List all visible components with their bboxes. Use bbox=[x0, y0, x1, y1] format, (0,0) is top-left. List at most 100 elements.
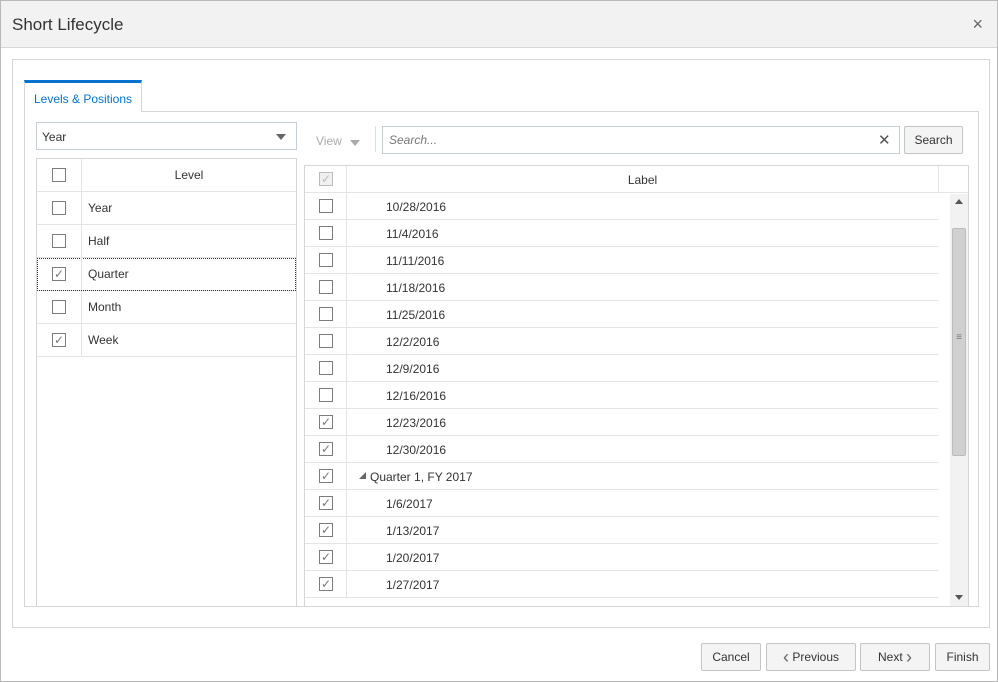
scrollbar-thumb[interactable]: ≡ bbox=[952, 228, 966, 456]
chevron-down-icon bbox=[276, 134, 286, 140]
next-button[interactable]: Next › bbox=[860, 643, 930, 671]
dialog-title: Short Lifecycle bbox=[12, 15, 124, 34]
expand-triangle-icon[interactable] bbox=[359, 472, 366, 479]
level-label: Half bbox=[88, 234, 110, 248]
tab-content: Year Level Year Half Quarter Month Week View bbox=[24, 111, 979, 607]
header-filler bbox=[938, 166, 968, 193]
position-row[interactable]: 12/16/2016 bbox=[305, 382, 938, 409]
position-checkbox[interactable] bbox=[319, 577, 333, 591]
level-row[interactable]: Month bbox=[37, 291, 296, 324]
position-label: 1/6/2017 bbox=[386, 497, 433, 511]
level-checkbox[interactable] bbox=[52, 267, 66, 281]
positions-table-header: Label bbox=[305, 166, 938, 193]
position-checkbox[interactable] bbox=[319, 334, 333, 348]
position-checkbox[interactable] bbox=[319, 442, 333, 456]
position-label: 12/23/2016 bbox=[386, 416, 447, 430]
position-checkbox[interactable] bbox=[319, 469, 333, 483]
position-row[interactable]: 12/2/2016 bbox=[305, 328, 938, 355]
previous-button-label: Previous bbox=[792, 649, 840, 664]
position-row[interactable]: 1/27/2017 bbox=[305, 571, 938, 598]
toolbar-divider bbox=[375, 126, 376, 152]
scroll-down-arrow-icon[interactable] bbox=[955, 595, 963, 600]
position-row[interactable]: 11/25/2016 bbox=[305, 301, 938, 328]
position-row[interactable]: 12/30/2016 bbox=[305, 436, 938, 463]
position-row[interactable]: 12/23/2016 bbox=[305, 409, 938, 436]
positions-table: Label 10/28/2016 11/4/2016 11/11/2016 11/18… bbox=[304, 165, 969, 607]
position-label: Quarter 1, FY 2017 bbox=[370, 470, 473, 484]
position-row[interactable]: 1/6/2017 bbox=[305, 490, 938, 517]
chevron-down-icon bbox=[350, 140, 360, 146]
group-row[interactable]: Quarter 1, FY 2017 bbox=[305, 463, 938, 490]
short-lifecycle-dialog: Short Lifecycle × Levels & Positions Yea… bbox=[0, 0, 998, 682]
position-checkbox[interactable] bbox=[319, 280, 333, 294]
level-checkbox[interactable] bbox=[52, 234, 66, 248]
levels-table-header: Level bbox=[37, 159, 296, 192]
view-menu-button[interactable]: View bbox=[316, 134, 342, 148]
level-row[interactable]: Half bbox=[37, 225, 296, 258]
position-row[interactable]: 10/28/2016 bbox=[305, 193, 938, 220]
position-row[interactable]: 11/18/2016 bbox=[305, 274, 938, 301]
levels-pane: Year Level Year Half Quarter Month Week bbox=[36, 112, 298, 607]
level-checkbox[interactable] bbox=[52, 333, 66, 347]
position-label: 10/28/2016 bbox=[386, 200, 447, 214]
level-label: Week bbox=[88, 333, 119, 347]
position-label: 11/4/2016 bbox=[386, 227, 439, 241]
position-checkbox[interactable] bbox=[319, 253, 333, 267]
level-label: Month bbox=[88, 300, 122, 314]
column-header-level: Level bbox=[174, 168, 204, 182]
level-label: Year bbox=[88, 201, 113, 215]
next-button-label: Next bbox=[877, 649, 903, 664]
position-row[interactable]: 11/11/2016 bbox=[305, 247, 938, 274]
position-checkbox[interactable] bbox=[319, 415, 333, 429]
position-label: 1/13/2017 bbox=[386, 524, 440, 538]
select-all-levels-checkbox[interactable] bbox=[52, 168, 66, 182]
clear-search-icon[interactable]: ✕ bbox=[878, 131, 891, 149]
position-checkbox[interactable] bbox=[319, 550, 333, 564]
position-label: 1/27/2017 bbox=[386, 578, 440, 592]
position-label: 11/11/2016 bbox=[386, 254, 445, 268]
scroll-up-arrow-icon[interactable] bbox=[955, 199, 963, 204]
previous-button[interactable]: ‹ Previous bbox=[766, 643, 856, 671]
level-checkbox[interactable] bbox=[52, 201, 66, 215]
tab-levels-positions[interactable]: Levels & Positions bbox=[24, 80, 142, 112]
column-header-label: Label bbox=[627, 173, 658, 187]
level-label: Quarter bbox=[88, 267, 129, 281]
level-type-select-value: Year bbox=[42, 130, 67, 144]
level-row[interactable]: Week bbox=[37, 324, 296, 357]
position-row[interactable]: 1/13/2017 bbox=[305, 517, 938, 544]
position-label: 12/2/2016 bbox=[386, 335, 440, 349]
position-checkbox[interactable] bbox=[319, 361, 333, 375]
positions-pane: View ✕ Search Label 10/28/2016 11/4/2016 1… bbox=[304, 112, 980, 607]
vertical-scrollbar[interactable]: ≡ bbox=[950, 194, 968, 606]
cancel-button[interactable]: Cancel bbox=[701, 643, 761, 671]
level-row[interactable]: Quarter bbox=[37, 258, 296, 291]
select-all-positions-checkbox[interactable] bbox=[319, 172, 333, 186]
chevron-left-icon: ‹ bbox=[782, 646, 789, 667]
position-checkbox[interactable] bbox=[319, 226, 333, 240]
position-label: 12/9/2016 bbox=[386, 362, 440, 376]
search-button[interactable]: Search bbox=[904, 126, 963, 154]
level-checkbox[interactable] bbox=[52, 300, 66, 314]
position-checkbox[interactable] bbox=[319, 388, 333, 402]
close-icon[interactable]: × bbox=[972, 14, 983, 34]
position-label: 12/16/2016 bbox=[386, 389, 447, 403]
dialog-titlebar: Short Lifecycle × bbox=[1, 1, 997, 48]
level-type-select[interactable]: Year bbox=[36, 122, 297, 150]
position-label: 11/25/2016 bbox=[386, 308, 446, 322]
position-checkbox[interactable] bbox=[319, 496, 333, 510]
position-row[interactable]: 12/9/2016 bbox=[305, 355, 938, 382]
position-row[interactable]: 1/20/2017 bbox=[305, 544, 938, 571]
search-input[interactable] bbox=[382, 126, 900, 154]
position-label: 12/30/2016 bbox=[386, 443, 447, 457]
position-checkbox[interactable] bbox=[319, 523, 333, 537]
finish-button[interactable]: Finish bbox=[935, 643, 990, 671]
chevron-right-icon: › bbox=[906, 646, 913, 667]
position-row[interactable]: 11/4/2016 bbox=[305, 220, 938, 247]
position-label: 11/18/2016 bbox=[386, 281, 446, 295]
positions-toolbar: View ✕ Search bbox=[304, 126, 980, 156]
position-label: 1/20/2017 bbox=[386, 551, 440, 565]
level-row[interactable]: Year bbox=[37, 192, 296, 225]
position-checkbox[interactable] bbox=[319, 199, 333, 213]
position-checkbox[interactable] bbox=[319, 307, 333, 321]
levels-table: Level Year Half Quarter Month Week bbox=[36, 158, 297, 607]
